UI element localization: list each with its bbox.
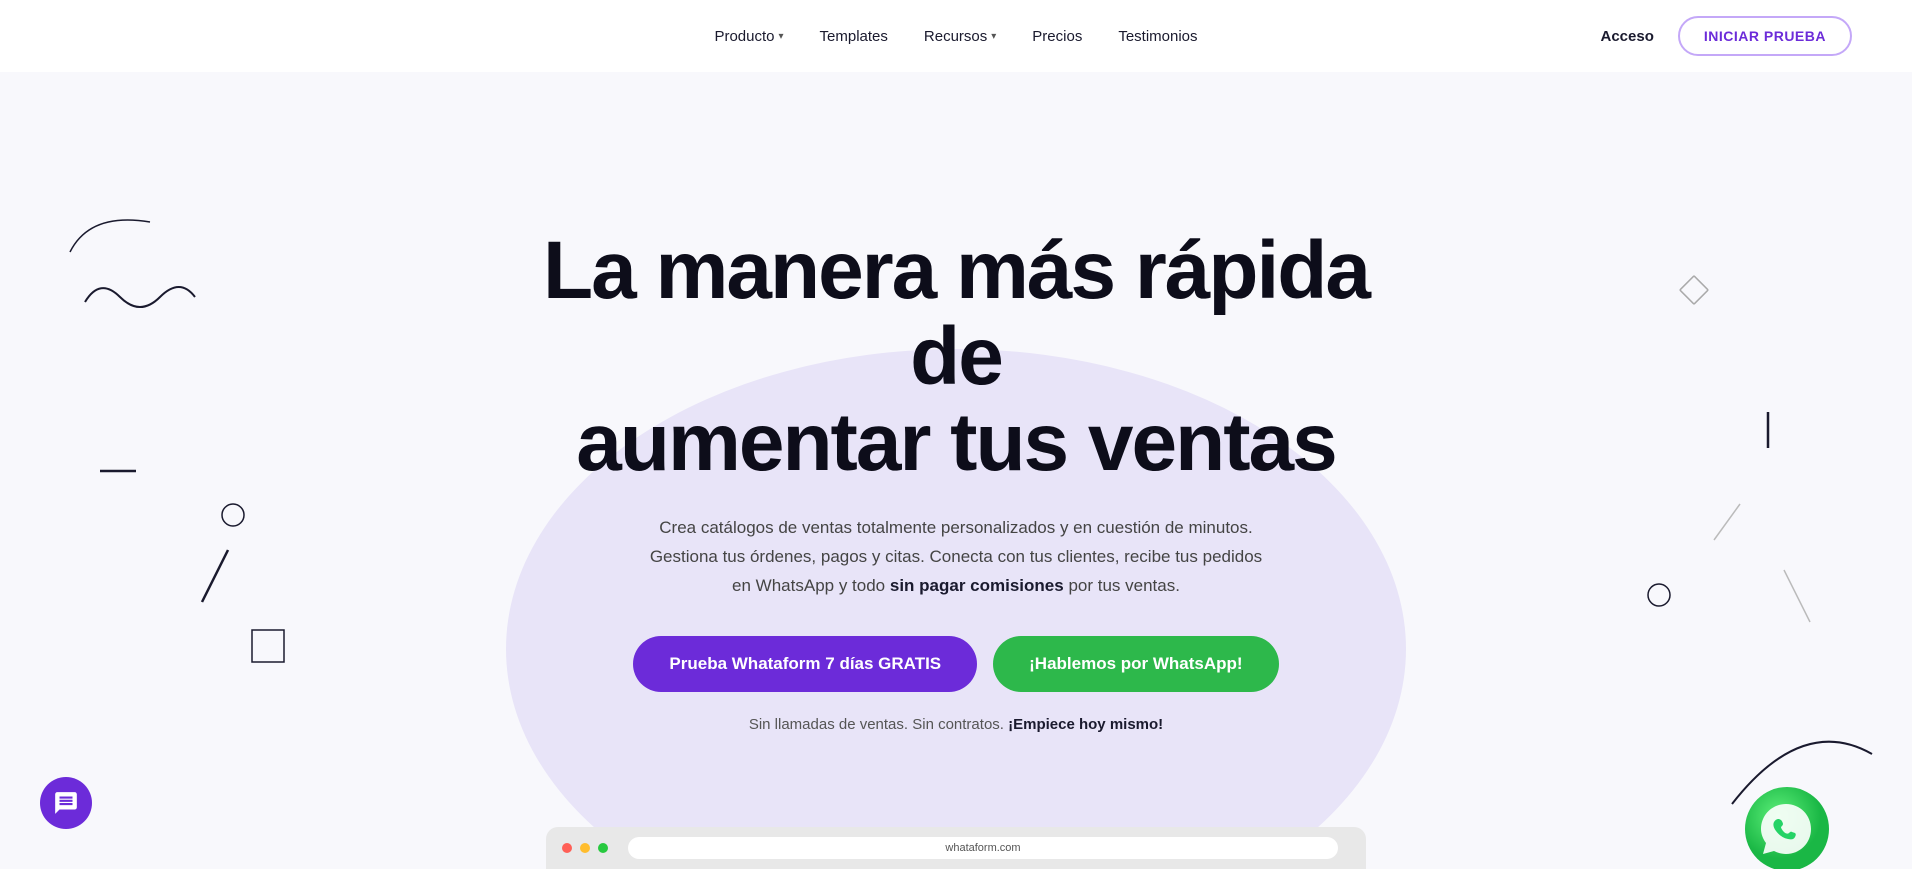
- hero-content: La manera más rápida de aumentar tus ven…: [506, 228, 1406, 734]
- browser-dot-green: [598, 843, 608, 853]
- slash-long-left-decoration: [200, 548, 230, 609]
- chevron-down-icon: ▾: [779, 31, 784, 42]
- curve-tl-decoration: [60, 202, 160, 267]
- browser-dot-yellow: [580, 843, 590, 853]
- acceso-button[interactable]: Acceso: [1601, 28, 1654, 45]
- nav-item-recursos[interactable]: Recursos ▾: [924, 28, 996, 45]
- slash-long-right-decoration: [1782, 568, 1812, 629]
- chat-button[interactable]: [40, 777, 92, 829]
- browser-dot-red: [562, 843, 572, 853]
- slash-right-decoration: [1712, 502, 1742, 547]
- browser-mockup-bar: whataform.com: [546, 827, 1366, 869]
- square-outline-decoration: [250, 628, 286, 669]
- diamond-decoration: [1676, 272, 1712, 313]
- hero-section: La manera más rápida de aumentar tus ven…: [0, 72, 1912, 869]
- hero-headline: La manera más rápida de aumentar tus ven…: [506, 228, 1406, 486]
- whatsapp-button[interactable]: ¡Hablemos por WhatsApp!: [993, 636, 1278, 692]
- nav-item-testimonios[interactable]: Testimonios: [1118, 28, 1197, 45]
- hero-buttons: Prueba Whataform 7 días GRATIS ¡Hablemos…: [506, 636, 1406, 692]
- try-free-button[interactable]: Prueba Whataform 7 días GRATIS: [633, 636, 977, 692]
- whatsapp-3d-icon: [1742, 784, 1832, 869]
- nav-item-precios[interactable]: Precios: [1032, 28, 1082, 45]
- browser-url-bar: whataform.com: [628, 837, 1338, 859]
- circle-small-right-decoration: [1646, 582, 1672, 613]
- nav-links: Producto ▾ Templates Recursos ▾ Precios …: [714, 28, 1197, 45]
- squiggle-decoration: [80, 272, 200, 327]
- navbar: Producto ▾ Templates Recursos ▾ Precios …: [0, 0, 1912, 72]
- chevron-down-icon: ▾: [991, 31, 996, 42]
- nav-actions: Acceso INICIAR PRUEBA: [1601, 16, 1853, 56]
- circle-small-left-decoration: [220, 502, 246, 533]
- nav-item-producto[interactable]: Producto ▾: [714, 28, 783, 45]
- iniciar-prueba-button[interactable]: INICIAR PRUEBA: [1678, 16, 1852, 56]
- nav-item-templates[interactable]: Templates: [820, 28, 888, 45]
- hero-tagline: Sin llamadas de ventas. Sin contratos. ¡…: [506, 716, 1406, 733]
- dash-right-decoration: [1764, 412, 1772, 453]
- hero-subtitle: Crea catálogos de ventas totalmente pers…: [646, 514, 1266, 601]
- dash-left-decoration: [100, 462, 136, 480]
